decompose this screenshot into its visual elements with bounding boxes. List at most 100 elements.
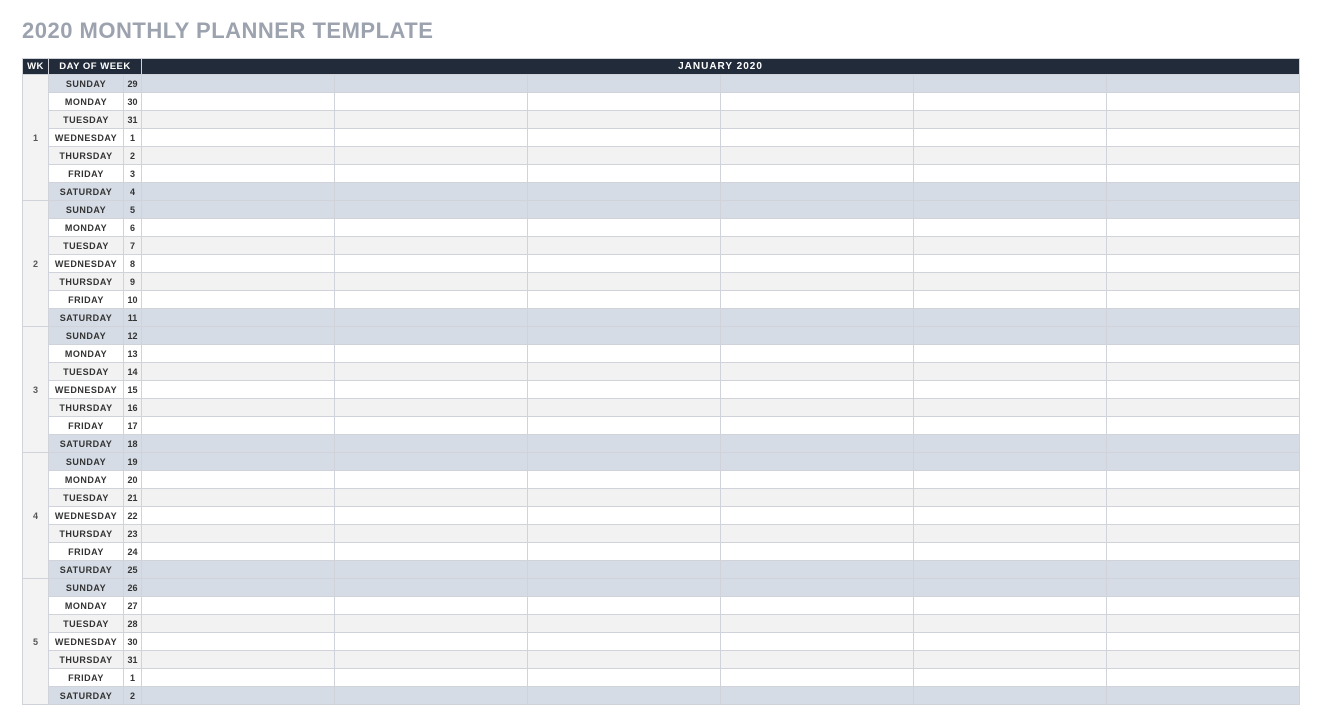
task-cell[interactable] [142, 633, 335, 651]
task-cell[interactable] [335, 255, 528, 273]
task-cell[interactable] [335, 489, 528, 507]
task-cell[interactable] [528, 381, 721, 399]
task-cell[interactable] [721, 453, 914, 471]
task-cell[interactable] [1107, 93, 1300, 111]
task-cell[interactable] [914, 489, 1107, 507]
task-cell[interactable] [528, 597, 721, 615]
task-cell[interactable] [142, 309, 335, 327]
task-cell[interactable] [528, 327, 721, 345]
task-cell[interactable] [142, 453, 335, 471]
task-cell[interactable] [528, 291, 721, 309]
task-cell[interactable] [1107, 381, 1300, 399]
task-cell[interactable] [335, 435, 528, 453]
task-cell[interactable] [1107, 147, 1300, 165]
task-cell[interactable] [528, 219, 721, 237]
task-cell[interactable] [335, 75, 528, 93]
task-cell[interactable] [528, 183, 721, 201]
task-cell[interactable] [914, 399, 1107, 417]
task-cell[interactable] [335, 165, 528, 183]
task-cell[interactable] [142, 237, 335, 255]
task-cell[interactable] [142, 111, 335, 129]
task-cell[interactable] [142, 345, 335, 363]
task-cell[interactable] [528, 129, 721, 147]
task-cell[interactable] [721, 309, 914, 327]
task-cell[interactable] [142, 579, 335, 597]
task-cell[interactable] [142, 543, 335, 561]
task-cell[interactable] [721, 129, 914, 147]
task-cell[interactable] [721, 507, 914, 525]
task-cell[interactable] [914, 687, 1107, 705]
task-cell[interactable] [914, 327, 1107, 345]
task-cell[interactable] [528, 507, 721, 525]
task-cell[interactable] [1107, 615, 1300, 633]
task-cell[interactable] [914, 183, 1107, 201]
task-cell[interactable] [528, 651, 721, 669]
task-cell[interactable] [721, 543, 914, 561]
task-cell[interactable] [335, 381, 528, 399]
task-cell[interactable] [1107, 633, 1300, 651]
task-cell[interactable] [335, 291, 528, 309]
task-cell[interactable] [914, 525, 1107, 543]
task-cell[interactable] [528, 273, 721, 291]
task-cell[interactable] [528, 345, 721, 363]
task-cell[interactable] [914, 615, 1107, 633]
task-cell[interactable] [1107, 219, 1300, 237]
task-cell[interactable] [914, 111, 1107, 129]
task-cell[interactable] [335, 633, 528, 651]
task-cell[interactable] [914, 165, 1107, 183]
task-cell[interactable] [335, 525, 528, 543]
task-cell[interactable] [528, 543, 721, 561]
task-cell[interactable] [528, 561, 721, 579]
task-cell[interactable] [1107, 489, 1300, 507]
task-cell[interactable] [721, 111, 914, 129]
task-cell[interactable] [1107, 561, 1300, 579]
task-cell[interactable] [721, 147, 914, 165]
task-cell[interactable] [721, 75, 914, 93]
task-cell[interactable] [528, 687, 721, 705]
task-cell[interactable] [528, 525, 721, 543]
task-cell[interactable] [335, 237, 528, 255]
task-cell[interactable] [721, 165, 914, 183]
task-cell[interactable] [721, 687, 914, 705]
task-cell[interactable] [914, 381, 1107, 399]
task-cell[interactable] [528, 147, 721, 165]
task-cell[interactable] [142, 417, 335, 435]
task-cell[interactable] [528, 201, 721, 219]
task-cell[interactable] [528, 309, 721, 327]
task-cell[interactable] [721, 525, 914, 543]
task-cell[interactable] [528, 417, 721, 435]
task-cell[interactable] [1107, 453, 1300, 471]
task-cell[interactable] [914, 273, 1107, 291]
task-cell[interactable] [335, 111, 528, 129]
task-cell[interactable] [914, 471, 1107, 489]
task-cell[interactable] [142, 615, 335, 633]
task-cell[interactable] [721, 615, 914, 633]
task-cell[interactable] [721, 219, 914, 237]
task-cell[interactable] [721, 381, 914, 399]
task-cell[interactable] [914, 201, 1107, 219]
task-cell[interactable] [721, 399, 914, 417]
task-cell[interactable] [335, 417, 528, 435]
task-cell[interactable] [914, 363, 1107, 381]
task-cell[interactable] [914, 255, 1107, 273]
task-cell[interactable] [142, 507, 335, 525]
task-cell[interactable] [1107, 471, 1300, 489]
task-cell[interactable] [142, 399, 335, 417]
task-cell[interactable] [335, 273, 528, 291]
task-cell[interactable] [142, 165, 335, 183]
task-cell[interactable] [1107, 75, 1300, 93]
task-cell[interactable] [528, 615, 721, 633]
task-cell[interactable] [1107, 417, 1300, 435]
task-cell[interactable] [721, 669, 914, 687]
task-cell[interactable] [721, 579, 914, 597]
task-cell[interactable] [721, 561, 914, 579]
task-cell[interactable] [142, 687, 335, 705]
task-cell[interactable] [142, 291, 335, 309]
task-cell[interactable] [914, 435, 1107, 453]
task-cell[interactable] [335, 183, 528, 201]
task-cell[interactable] [528, 111, 721, 129]
task-cell[interactable] [142, 471, 335, 489]
task-cell[interactable] [142, 327, 335, 345]
task-cell[interactable] [721, 93, 914, 111]
task-cell[interactable] [335, 399, 528, 417]
